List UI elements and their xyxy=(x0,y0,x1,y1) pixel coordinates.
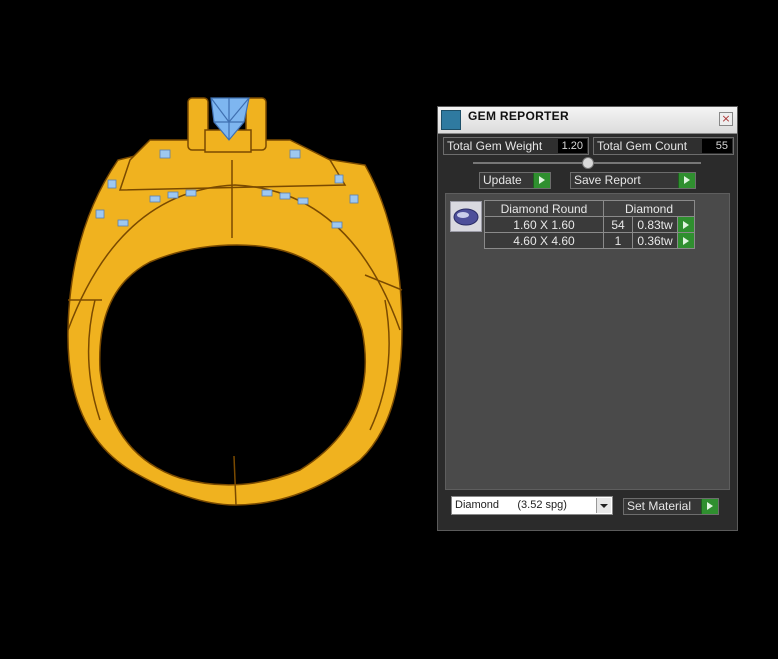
close-button[interactable]: × xyxy=(719,112,733,126)
total-gem-count-field: Total Gem Count 55 xyxy=(593,137,734,155)
gem-count: 54 xyxy=(603,216,633,233)
table-row[interactable]: 1.60 X 1.60 54 0.83tw xyxy=(484,216,695,233)
panel-title: GEM REPORTER xyxy=(468,109,569,123)
table-row[interactable]: 4.60 X 4.60 1 0.36tw xyxy=(484,232,695,249)
panel-splitter-handle[interactable] xyxy=(582,157,594,169)
chevron-down-icon[interactable] xyxy=(596,498,611,513)
gem-table: Diamond Round Diamond 1.60 X 1.60 54 0.8… xyxy=(484,200,695,249)
green-play-arrow-icon[interactable] xyxy=(677,232,695,249)
header-material: Diamond xyxy=(603,200,695,217)
set-material-button-label: Set Material xyxy=(627,499,692,513)
total-gem-count-label: Total Gem Count xyxy=(597,139,688,153)
update-button[interactable]: Update xyxy=(479,172,551,189)
gem-count: 1 xyxy=(603,232,633,249)
total-gem-weight-value: 1.20 xyxy=(558,139,587,153)
gem-size: 1.60 X 1.60 xyxy=(484,216,604,233)
save-report-button[interactable]: Save Report xyxy=(570,172,696,189)
gem-list-area: Diamond Round Diamond 1.60 X 1.60 54 0.8… xyxy=(445,193,730,490)
green-play-arrow-icon xyxy=(701,499,718,514)
set-material-button[interactable]: Set Material xyxy=(623,498,719,515)
gem-size: 4.60 X 4.60 xyxy=(484,232,604,249)
3d-viewport[interactable] xyxy=(0,0,430,654)
save-report-button-label: Save Report xyxy=(574,173,641,187)
total-gem-weight-field: Total Gem Weight 1.20 xyxy=(443,137,589,155)
green-play-arrow-icon[interactable] xyxy=(677,216,695,233)
round-diamond-icon[interactable] xyxy=(450,201,482,232)
gem-reporter-panel: GEM REPORTER × Total Gem Weight 1.20 Tot… xyxy=(437,106,738,531)
green-play-arrow-icon xyxy=(533,173,550,188)
gem-weight: 0.36tw xyxy=(632,232,678,249)
update-button-label: Update xyxy=(483,173,522,187)
ring-model xyxy=(67,97,403,506)
gem-weight: 0.83tw xyxy=(632,216,678,233)
material-select[interactable]: Diamond (3.52 spg) xyxy=(451,496,613,515)
total-gem-count-value: 55 xyxy=(702,139,732,153)
green-play-arrow-icon xyxy=(678,173,695,188)
panel-titlebar[interactable]: GEM REPORTER × xyxy=(438,107,737,134)
header-shape: Diamond Round xyxy=(484,200,604,217)
gem-reporter-icon xyxy=(441,110,461,130)
material-select-value: Diamond (3.52 spg) xyxy=(455,499,567,511)
total-gem-weight-label: Total Gem Weight xyxy=(447,139,543,153)
gem-table-header-row: Diamond Round Diamond xyxy=(484,200,695,217)
